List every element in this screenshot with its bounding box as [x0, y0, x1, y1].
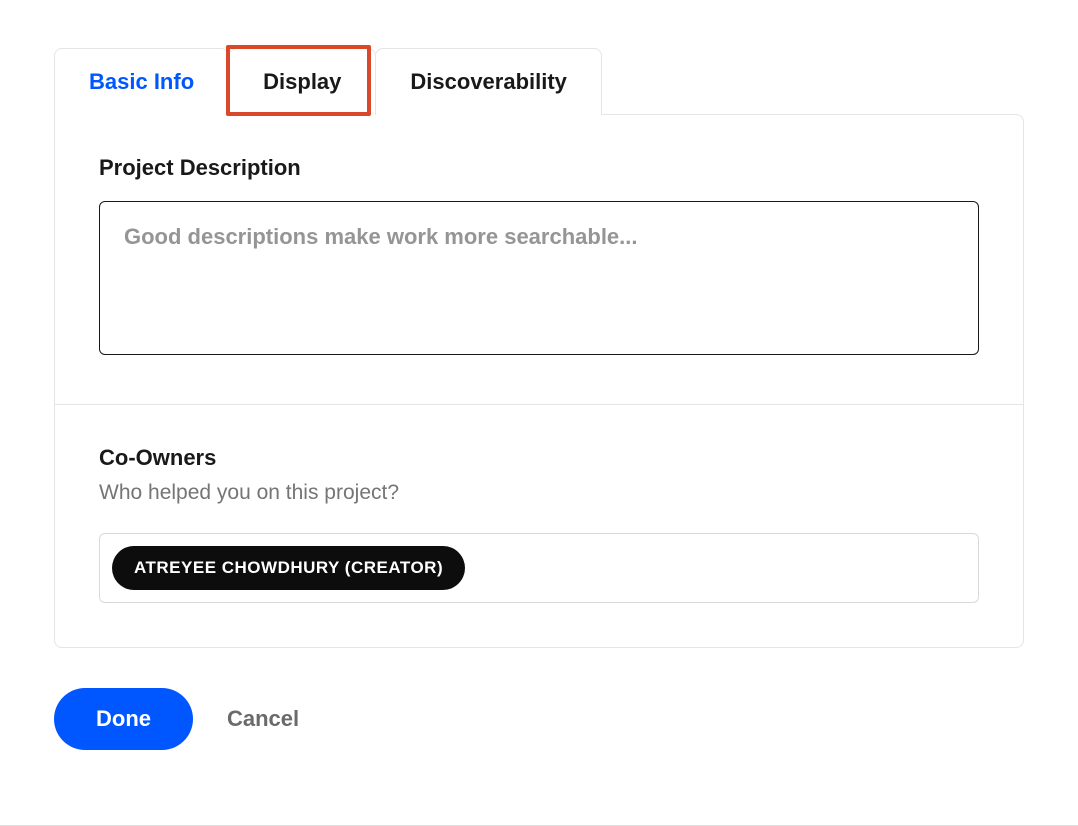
tab-basic-info[interactable]: Basic Info	[54, 48, 229, 115]
project-description-section: Project Description	[55, 115, 1023, 404]
co-owners-input[interactable]: ATREYEE CHOWDHURY (CREATOR)	[99, 533, 979, 603]
cancel-button[interactable]: Cancel	[227, 706, 299, 732]
done-button[interactable]: Done	[54, 688, 193, 750]
co-owners-label: Co-Owners	[99, 445, 979, 471]
project-settings-form: Basic Info Display Discoverability Proje…	[0, 0, 1078, 750]
co-owners-section: Co-Owners Who helped you on this project…	[55, 404, 1023, 647]
tab-discoverability[interactable]: Discoverability	[375, 48, 602, 115]
form-actions: Done Cancel	[54, 648, 1024, 750]
co-owners-subtitle: Who helped you on this project?	[99, 481, 979, 505]
tab-display[interactable]: Display	[228, 48, 376, 115]
project-description-label: Project Description	[99, 155, 979, 181]
tab-panel: Project Description Co-Owners Who helped…	[54, 114, 1024, 648]
co-owner-chip[interactable]: ATREYEE CHOWDHURY (CREATOR)	[112, 546, 465, 590]
project-description-input[interactable]	[99, 201, 979, 355]
tab-bar: Basic Info Display Discoverability	[54, 48, 1024, 115]
